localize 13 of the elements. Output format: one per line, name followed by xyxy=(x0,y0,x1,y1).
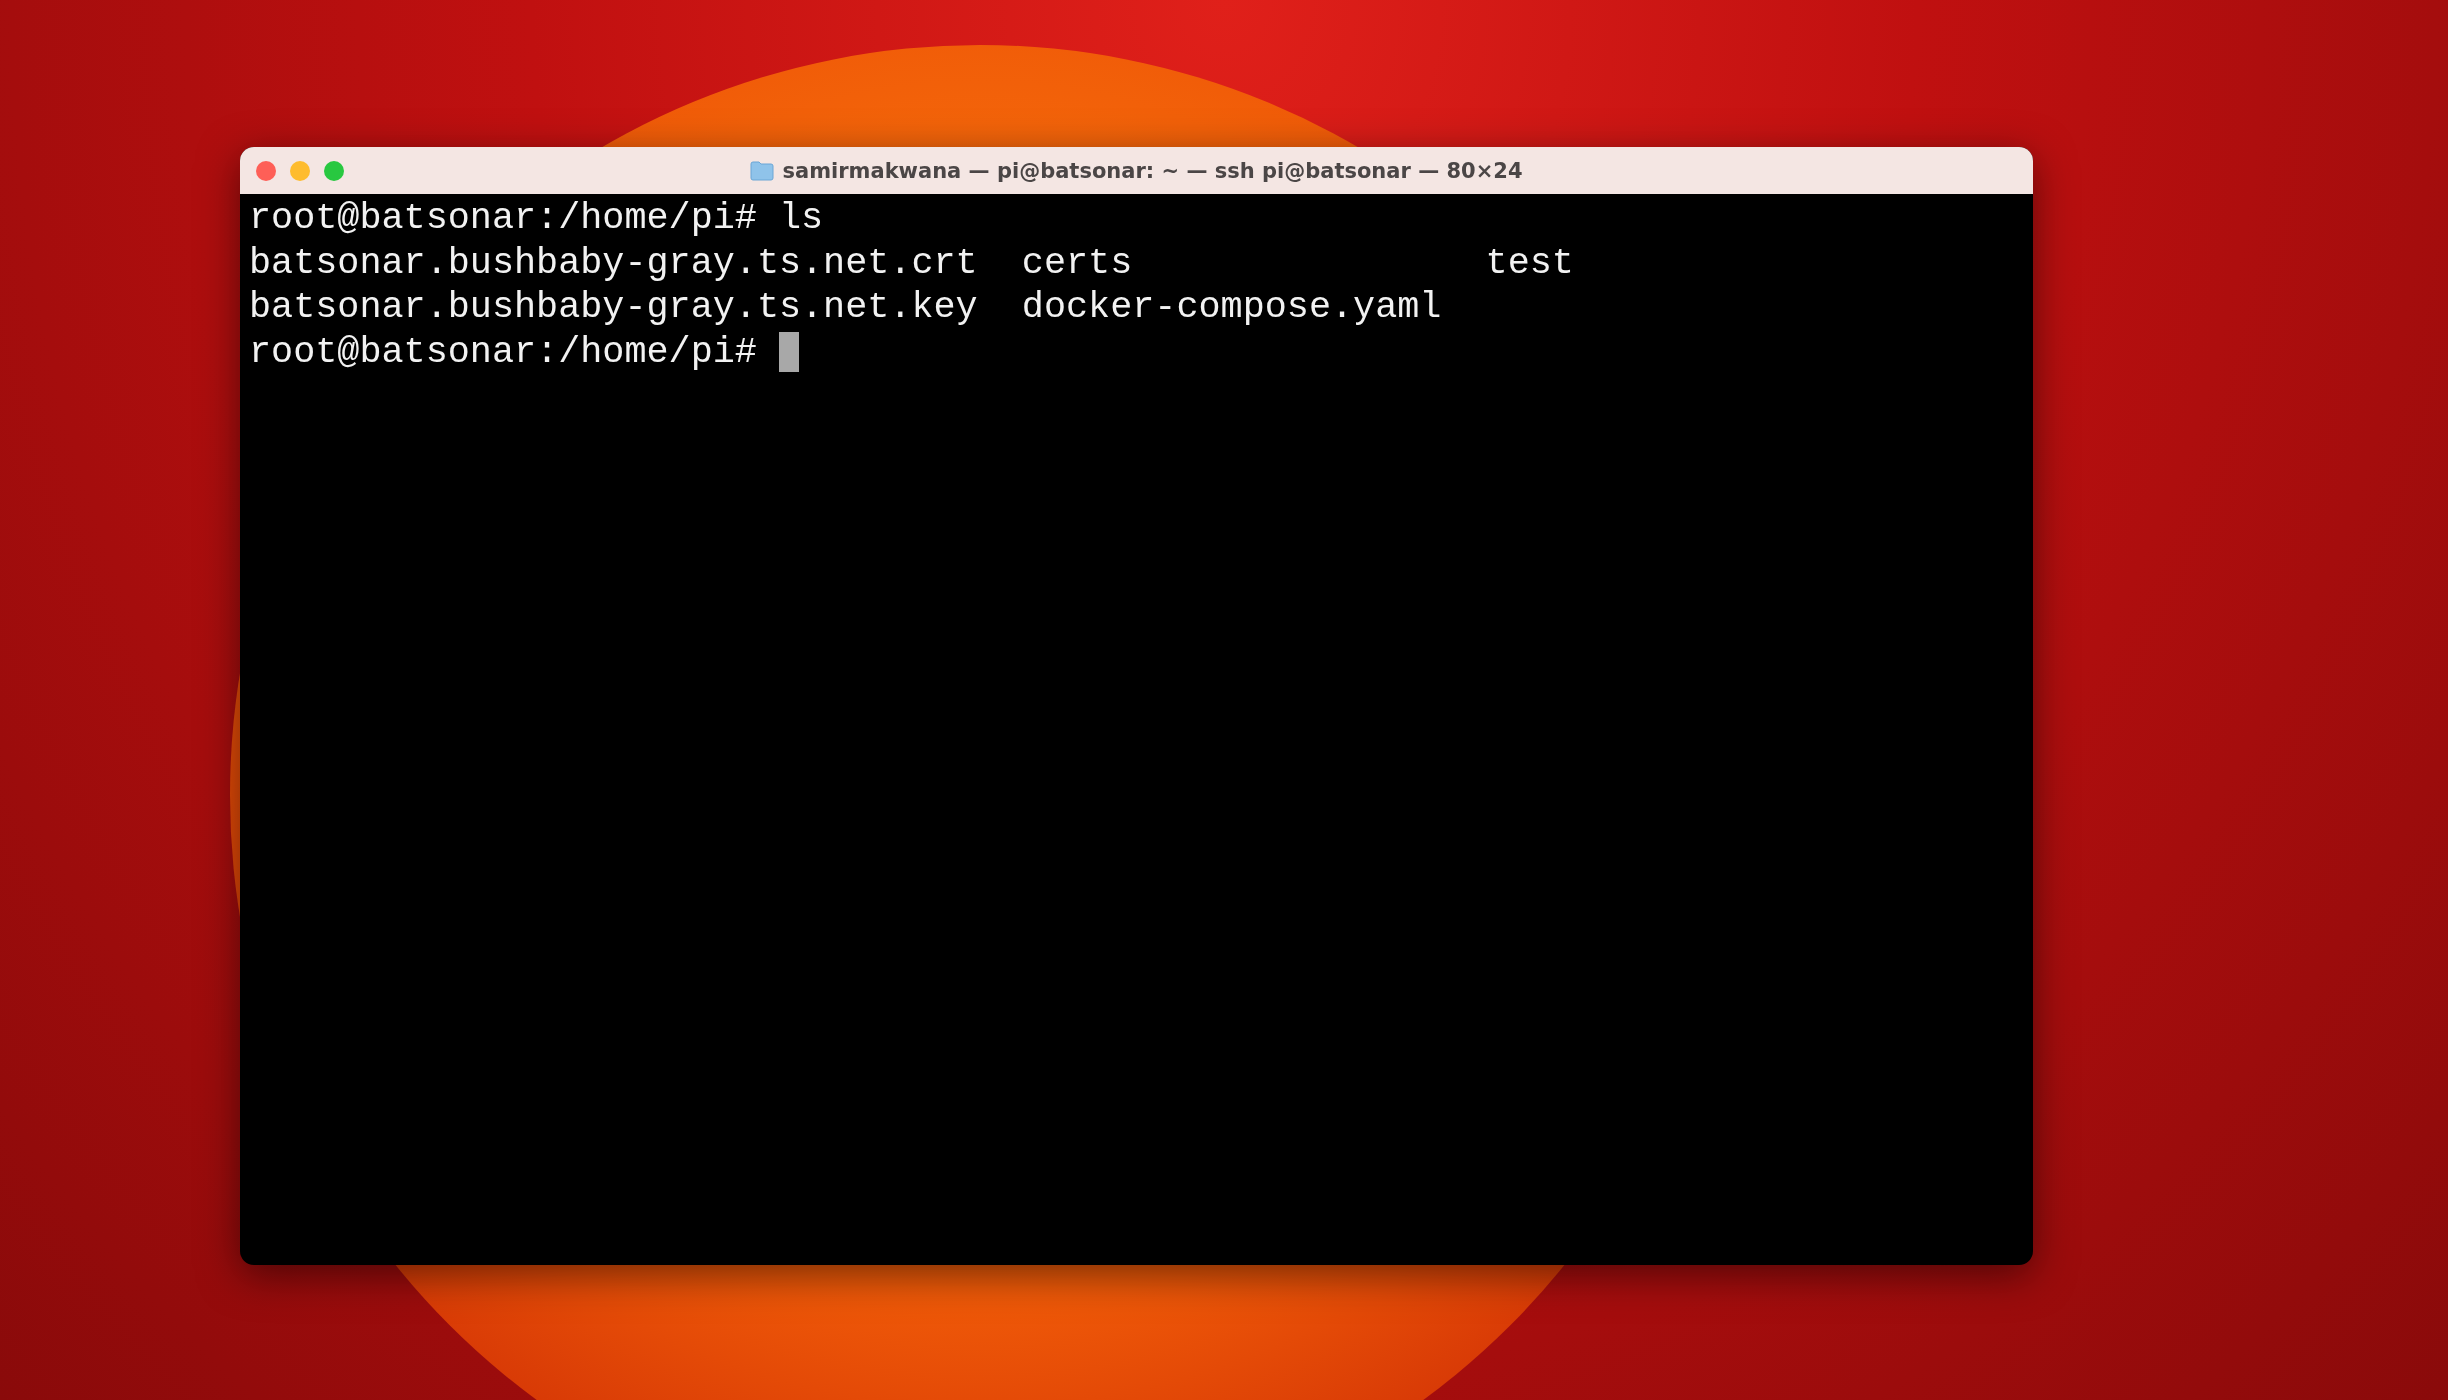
prompt-text: root@batsonar:/home/pi# xyxy=(249,329,757,374)
close-button[interactable] xyxy=(256,160,276,181)
file-name: certs xyxy=(1021,240,1134,285)
folder-icon xyxy=(750,160,775,181)
file-name: docker-compose.yaml xyxy=(1021,285,1443,330)
file-name: batsonar.bushbaby-gray.ts.net.crt xyxy=(249,240,979,285)
command-text: ls xyxy=(778,196,824,241)
minimize-button[interactable] xyxy=(290,160,310,181)
window-title: samirmakwana — pi@batsonar: ~ — ssh pi@batsonar — 80×24 xyxy=(782,158,1523,183)
file-name: batsonar.bushbaby-gray.ts.net.key xyxy=(249,285,979,330)
zoom-button[interactable] xyxy=(324,160,344,181)
prompt-text: root@batsonar:/home/pi# xyxy=(249,196,757,241)
file-name: test xyxy=(1485,240,1575,285)
